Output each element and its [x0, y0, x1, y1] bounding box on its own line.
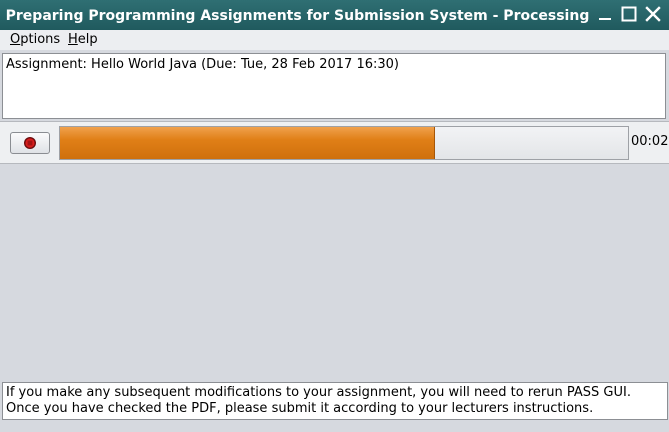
- info-message-panel: If you make any subsequent modifications…: [2, 382, 668, 420]
- menu-options[interactable]: Options: [10, 30, 60, 50]
- assignment-info-panel: Assignment: Hello World Java (Due: Tue, …: [2, 53, 666, 119]
- menu-help[interactable]: Help: [68, 30, 98, 50]
- close-icon: [645, 6, 661, 22]
- window-title: Preparing Programming Assignments for Su…: [5, 8, 590, 24]
- progress-bar-fill: [60, 127, 435, 159]
- stop-button[interactable]: [10, 132, 50, 154]
- stop-icon: [24, 137, 36, 149]
- maximize-button[interactable]: [620, 5, 638, 23]
- elapsed-time: 00:02: [631, 134, 669, 149]
- progress-bar: [59, 126, 629, 160]
- progress-panel: 00:02: [0, 121, 669, 164]
- maximize-icon: [621, 6, 637, 22]
- minimize-icon: [599, 18, 611, 20]
- menu-bar: Options Help: [0, 30, 669, 50]
- menu-help-label: elp: [77, 32, 98, 47]
- title-bar[interactable]: Preparing Programming Assignments for Su…: [0, 0, 669, 30]
- assignment-label: Assignment: Hello World Java (Due: Tue, …: [6, 57, 399, 72]
- info-message: If you make any subsequent modifications…: [6, 385, 631, 416]
- menu-options-label: ptions: [20, 32, 61, 47]
- menu-help-mnemonic: H: [68, 32, 78, 47]
- menu-options-mnemonic: O: [10, 32, 21, 47]
- minimize-button[interactable]: [596, 5, 614, 23]
- close-button[interactable]: [644, 5, 662, 23]
